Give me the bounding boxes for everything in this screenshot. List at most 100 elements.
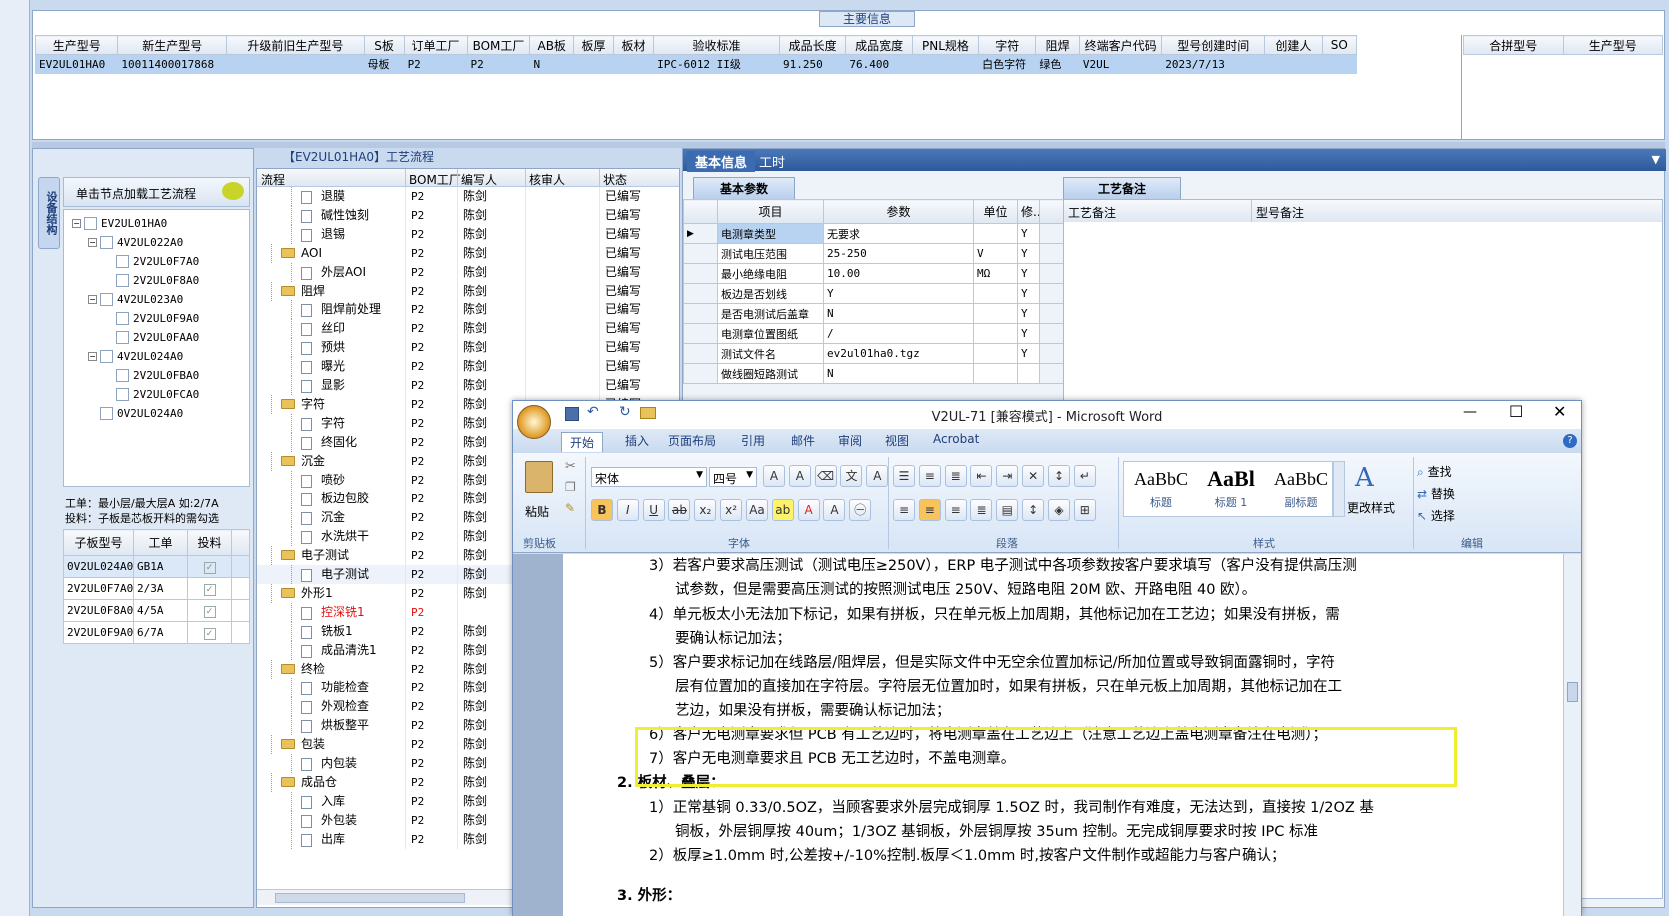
flow-row[interactable]: 外层AOI P2 陈剑 已编写 bbox=[257, 262, 679, 282]
format-painter-icon[interactable]: ✎ bbox=[565, 501, 575, 515]
tab-process-remark[interactable]: 工艺备注 bbox=[1063, 177, 1182, 199]
shading-icon[interactable]: ◈ bbox=[1047, 499, 1070, 521]
param-cell[interactable]: Y bbox=[823, 283, 974, 304]
chevron-down-icon[interactable]: ▼ bbox=[1652, 153, 1660, 166]
shrink-font-icon[interactable]: A bbox=[788, 465, 811, 487]
main-header-cell[interactable]: AB板 bbox=[529, 35, 574, 55]
maximize-icon[interactable]: ☐ bbox=[1509, 402, 1523, 421]
sub-header-cell[interactable]: 投料 bbox=[187, 529, 232, 556]
side-tab[interactable]: 设备结构 bbox=[38, 177, 60, 249]
ribbon-tab[interactable]: Acrobat bbox=[933, 432, 979, 446]
feed-checkbox-cell[interactable]: ✓ bbox=[187, 577, 232, 600]
param-header-cell[interactable]: 项目 bbox=[717, 199, 824, 224]
collapse-icon[interactable]: − bbox=[72, 219, 81, 228]
ribbon-tab[interactable]: 视图 bbox=[885, 432, 909, 449]
flow-row[interactable]: 预烘 P2 陈剑 已编写 bbox=[257, 338, 679, 358]
tree-node[interactable]: 0V2UL024A0 bbox=[64, 404, 249, 423]
main-header-cell[interactable]: 型号创建时间 bbox=[1161, 35, 1266, 55]
office-button[interactable] bbox=[517, 405, 551, 439]
checked-checkbox-icon[interactable]: ✓ bbox=[203, 561, 216, 574]
tree-node[interactable]: 2V2UL0F7A0 bbox=[64, 252, 249, 271]
flow-row[interactable]: 退锡 P2 陈剑 已编写 bbox=[257, 224, 679, 244]
select-button[interactable]: ↖ 选择 bbox=[1417, 505, 1455, 527]
main-header-cell[interactable]: 板材 bbox=[613, 35, 655, 55]
feed-checkbox-cell[interactable]: ✓ bbox=[187, 555, 232, 578]
main-header-cell[interactable]: 字符 bbox=[978, 35, 1037, 55]
flow-row[interactable]: 阻焊 P2 陈剑 已编写 bbox=[257, 281, 679, 301]
flow-header-cell[interactable]: 流程 bbox=[261, 171, 285, 188]
tree-node[interactable]: 2V2UL0FAA0 bbox=[64, 328, 249, 347]
checkbox-icon[interactable] bbox=[116, 388, 129, 401]
flow-header-cell[interactable]: 核审人 bbox=[529, 171, 565, 188]
distributed-icon[interactable]: ▤ bbox=[996, 499, 1019, 521]
tree-node[interactable]: − 4V2UL024A0 bbox=[64, 347, 249, 366]
enclose-char-icon[interactable]: ㊀ bbox=[849, 499, 872, 521]
show-marks-icon[interactable]: ↵ bbox=[1073, 465, 1096, 487]
param-header-cell[interactable]: 单位 bbox=[973, 199, 1018, 224]
grow-font-icon[interactable]: A bbox=[763, 465, 785, 487]
increase-indent-icon[interactable]: ⇥ bbox=[996, 465, 1019, 487]
merge-header-cell[interactable]: 生产型号 bbox=[1562, 35, 1663, 55]
superscript-icon[interactable]: x² bbox=[720, 499, 743, 521]
table-row[interactable]: 2V2UL0F9A0 6/7A ✓ bbox=[63, 621, 250, 644]
multilevel-icon[interactable]: ≣ bbox=[944, 465, 967, 487]
sub-header-cell[interactable]: 工单 bbox=[133, 529, 188, 556]
style-option[interactable]: AaBl 标题 1 bbox=[1198, 464, 1264, 516]
change-case-icon[interactable]: Aa bbox=[745, 499, 768, 521]
sub-header-cell[interactable]: 子板型号 bbox=[63, 529, 134, 556]
align-left-icon[interactable]: ≡ bbox=[893, 499, 915, 521]
change-styles-button[interactable]: 更改样式 bbox=[1347, 499, 1395, 516]
align-right-icon[interactable]: ≡ bbox=[944, 499, 967, 521]
subscript-icon[interactable]: x₂ bbox=[694, 499, 717, 521]
checkbox-icon[interactable] bbox=[116, 369, 129, 382]
flow-header-cell[interactable]: 状态 bbox=[603, 171, 627, 188]
tree-node[interactable]: 2V2UL0FCA0 bbox=[64, 385, 249, 404]
table-row[interactable]: 最小绝缘电阻 10.00 MΩ Y bbox=[683, 263, 1064, 284]
checkbox-icon[interactable] bbox=[100, 407, 113, 420]
main-header-cell[interactable]: 成品宽度 bbox=[845, 35, 913, 55]
paste-button[interactable]: 粘贴 bbox=[525, 503, 549, 520]
table-row[interactable]: 测试文件名 ev2ul01ha0.tgz Y bbox=[683, 343, 1064, 364]
cut-icon[interactable]: ✂ bbox=[565, 459, 576, 474]
highlight-icon[interactable]: ab bbox=[771, 499, 794, 521]
tab-basic-info[interactable]: 基本信息 bbox=[687, 151, 756, 172]
decrease-indent-icon[interactable]: ⇤ bbox=[970, 465, 993, 487]
minimize-icon[interactable]: — bbox=[1463, 404, 1477, 420]
char-border-icon[interactable]: A bbox=[866, 465, 889, 487]
table-row[interactable]: 2V2UL0F7A0 2/3A ✓ bbox=[63, 577, 250, 600]
main-header-cell[interactable]: S板 bbox=[363, 35, 405, 55]
copy-icon[interactable]: ❐ bbox=[565, 480, 576, 494]
checkbox-icon[interactable] bbox=[100, 293, 113, 306]
table-row[interactable]: EV2UL01HA0 10011400017868 母板 P2 P2 N IPC-6012 … bbox=[34, 54, 1358, 74]
ribbon-tab[interactable]: 引用 bbox=[741, 432, 765, 449]
flow-row[interactable]: AOI P2 陈剑 已编写 bbox=[257, 243, 679, 263]
collapse-icon[interactable]: − bbox=[88, 352, 97, 361]
doc-v-scrollbar[interactable] bbox=[1563, 554, 1581, 916]
collapse-icon[interactable]: − bbox=[88, 238, 97, 247]
table-row[interactable]: ▶ 电测章类型 无要求 Y bbox=[683, 223, 1064, 244]
table-row[interactable]: 电测章位置图纸 / Y bbox=[683, 323, 1064, 344]
sort-icon[interactable]: ↕ bbox=[1047, 465, 1070, 487]
tree-node[interactable]: − 4V2UL023A0 bbox=[64, 290, 249, 309]
main-header-cell[interactable]: 成品长度 bbox=[778, 35, 847, 55]
style-option[interactable]: AaBbC 标题 bbox=[1128, 464, 1194, 516]
main-header-cell[interactable]: 创建人 bbox=[1264, 35, 1323, 55]
change-styles-icon[interactable]: A bbox=[1355, 463, 1374, 493]
style-gallery-scroll[interactable] bbox=[1333, 461, 1345, 517]
underline-icon[interactable]: U bbox=[642, 499, 665, 521]
tree-node[interactable]: 2V2UL0F8A0 bbox=[64, 271, 249, 290]
main-header-cell[interactable]: 板厚 bbox=[572, 35, 615, 55]
tab-work-hours[interactable]: 工时 bbox=[759, 152, 785, 171]
clear-format-icon[interactable]: ⌫ bbox=[814, 465, 837, 487]
strikethrough-icon[interactable]: ab bbox=[668, 499, 691, 521]
chinese-layout-icon[interactable]: ✕ bbox=[1022, 465, 1045, 487]
main-header-cell[interactable]: BOM工厂 bbox=[466, 35, 531, 55]
param-cell[interactable]: 25-250 bbox=[823, 243, 974, 264]
document-page[interactable]: 3）若客户要求高压测试（测试电压≥250V），ERP 电子测试中各项参数按客户要… bbox=[563, 554, 1563, 916]
flow-row[interactable]: 碱性蚀刻 P2 陈剑 已编写 bbox=[257, 205, 679, 225]
flow-header-cell[interactable]: 编写人 bbox=[461, 171, 497, 188]
feed-checkbox-cell[interactable]: ✓ bbox=[187, 621, 232, 644]
checked-checkbox-icon[interactable]: ✓ bbox=[203, 605, 216, 618]
param-cell[interactable]: 10.00 bbox=[823, 263, 974, 284]
ribbon-tab[interactable]: 插入 bbox=[625, 432, 649, 449]
